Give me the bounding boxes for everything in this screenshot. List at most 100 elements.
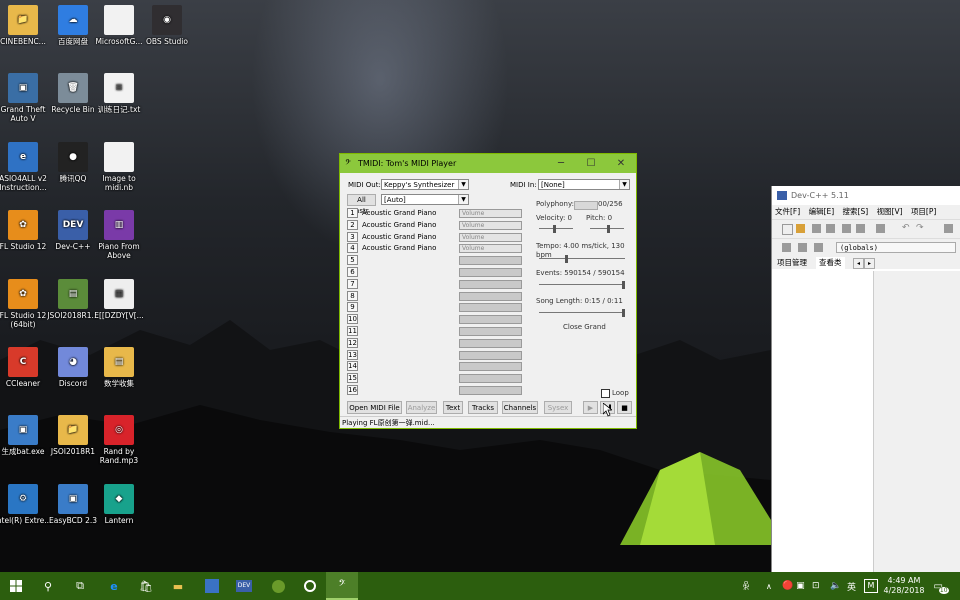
taskbar-fl-studio[interactable]	[262, 572, 294, 600]
save-icon[interactable]	[812, 224, 821, 233]
desktop-icon[interactable]: ◆ Lantern	[90, 484, 148, 525]
start-button[interactable]	[0, 572, 32, 600]
track-number-button[interactable]: 3	[347, 231, 358, 242]
tab-scroll-left-icon[interactable]: ◂	[853, 258, 864, 269]
sysex-button[interactable]: Sysex	[544, 401, 572, 414]
volume-icon[interactable]: 🔈	[830, 572, 841, 600]
globals-select[interactable]: (globals)	[836, 242, 956, 253]
tray-overflow-icon[interactable]: ∧	[766, 572, 772, 600]
midi-in-select[interactable]: [None] ▼	[538, 179, 630, 190]
track-number-button[interactable]: 8	[347, 290, 358, 301]
analyze-button[interactable]: Analyze	[406, 401, 437, 414]
all-instr-button[interactable]: All Instr.	[347, 194, 376, 215]
taskbar-app-1[interactable]	[196, 572, 228, 600]
people-icon[interactable]: ꆜ	[742, 572, 750, 600]
track-volume-bar[interactable]: Volume	[459, 244, 522, 254]
menu-project[interactable]: 项目[P]	[911, 207, 936, 216]
taskbar-explorer[interactable]: ▬	[162, 572, 194, 600]
taskbar-devcpp[interactable]: DEV	[228, 572, 260, 600]
taskbar-edge[interactable]: e	[98, 572, 130, 600]
track-volume-bar[interactable]	[459, 279, 522, 289]
taskbar-tmidi[interactable]: 𝄢	[326, 572, 358, 600]
track-number-button[interactable]: 5	[347, 255, 358, 266]
forward-icon[interactable]	[814, 243, 823, 252]
close-button[interactable]: ✕	[606, 158, 636, 169]
tray-app-icons[interactable]: 🔴 ▣	[782, 572, 805, 600]
close-all-icon[interactable]	[856, 224, 865, 233]
track-volume-bar[interactable]	[459, 350, 522, 360]
track-volume-bar[interactable]: Volume	[459, 220, 522, 230]
menu-search[interactable]: 搜索[S]	[843, 207, 869, 216]
track-number-button[interactable]: 1	[347, 208, 358, 218]
velocity-slider[interactable]	[539, 225, 573, 233]
track-volume-bar[interactable]: Volume	[459, 232, 522, 242]
track-number-button[interactable]: 2	[347, 219, 358, 230]
redo-icon[interactable]: ↷	[916, 224, 925, 233]
class-browser-panel[interactable]	[772, 271, 874, 572]
track-volume-bar[interactable]	[459, 338, 522, 348]
stop-button[interactable]: ■	[617, 401, 632, 414]
desktop-icon[interactable]: ▤ 数学收集	[90, 347, 148, 388]
midi-out-select[interactable]: Keppy's Synthesizer ▼	[381, 179, 469, 190]
tab-scroll-right-icon[interactable]: ▸	[864, 258, 875, 269]
track-number-button[interactable]: 6	[347, 267, 358, 277]
track-volume-bar[interactable]	[459, 303, 522, 313]
taskbar-obs[interactable]	[294, 572, 326, 600]
track-number-button[interactable]: 13	[347, 349, 358, 360]
back-icon[interactable]	[798, 243, 807, 252]
track-volume-bar[interactable]	[459, 291, 522, 301]
track-volume-bar[interactable]	[459, 315, 522, 325]
new-file-icon[interactable]	[782, 224, 793, 235]
track-number-button[interactable]: 10	[347, 314, 358, 325]
track-volume-bar[interactable]	[459, 386, 522, 395]
save-all-icon[interactable]	[826, 224, 835, 233]
desktop-icon[interactable]: ◎ Rand by Rand.mp3	[90, 415, 148, 465]
tempo-slider[interactable]	[539, 255, 625, 263]
task-view-button[interactable]: ⧉	[64, 572, 96, 600]
menu-view[interactable]: 视图[V]	[877, 207, 903, 216]
editor-area[interactable]	[874, 271, 960, 572]
search-button[interactable]: ⚲	[32, 572, 64, 600]
network-icon[interactable]: ⊡	[812, 572, 820, 600]
track-number-button[interactable]: 12	[347, 337, 358, 348]
ime-mode-indicator[interactable]: M	[864, 572, 878, 600]
track-number-button[interactable]: 11	[347, 326, 358, 336]
song-position-slider[interactable]	[539, 309, 625, 317]
open-midi-file-button[interactable]: Open MIDI File	[347, 401, 402, 414]
taskbar-store[interactable]: 🛍	[130, 572, 162, 600]
tab-project[interactable]: 项目管理	[777, 257, 807, 269]
channels-button[interactable]: Channels	[502, 401, 538, 414]
tracks-button[interactable]: Tracks	[468, 401, 498, 414]
desktop-icon[interactable]: Image to midi.nb	[90, 142, 148, 192]
open-icon[interactable]	[796, 224, 805, 233]
menu-file[interactable]: 文件[F]	[775, 207, 800, 216]
tmidi-titlebar[interactable]: 𝄢 TMIDI: Tom's MIDI Player ─ ☐ ✕	[340, 154, 636, 173]
track-volume-bar[interactable]: Volume	[459, 209, 522, 218]
desktop-icon[interactable]: ▦ E[[DZDY[V[...	[90, 279, 148, 320]
action-center-button[interactable]: ▭ 10	[930, 572, 952, 600]
close-file-icon[interactable]	[842, 224, 851, 233]
track-volume-bar[interactable]	[459, 362, 522, 372]
track-number-button[interactable]: 15	[347, 373, 358, 384]
instrument-select[interactable]: [Auto] ▼	[381, 194, 469, 205]
undo-icon[interactable]: ↶	[902, 224, 911, 233]
track-volume-bar[interactable]	[459, 327, 522, 336]
desktop-icon[interactable]: ▥ Piano From Above	[90, 210, 148, 260]
track-volume-bar[interactable]	[459, 256, 522, 266]
ime-indicator[interactable]: 英	[847, 572, 856, 600]
tab-class-browser[interactable]: 查看类	[816, 257, 845, 269]
loop-checkbox[interactable]	[601, 389, 610, 398]
track-number-button[interactable]: 7	[347, 278, 358, 289]
track-number-button[interactable]: 9	[347, 302, 358, 313]
track-volume-bar[interactable]	[459, 268, 522, 277]
desktop-icon[interactable]: ≡ 训练日记.txt	[90, 73, 148, 114]
track-number-button[interactable]: 16	[347, 385, 358, 395]
play-button[interactable]: ▶	[583, 401, 598, 414]
minimize-button[interactable]: ─	[546, 158, 576, 169]
track-number-button[interactable]: 14	[347, 361, 358, 372]
track-number-button[interactable]: 4	[347, 243, 358, 254]
devcpp-titlebar[interactable]: Dev-C++ 5.11	[772, 186, 960, 205]
goto-icon[interactable]	[782, 243, 791, 252]
indent-icon[interactable]	[944, 224, 953, 233]
maximize-button[interactable]: ☐	[576, 158, 606, 169]
